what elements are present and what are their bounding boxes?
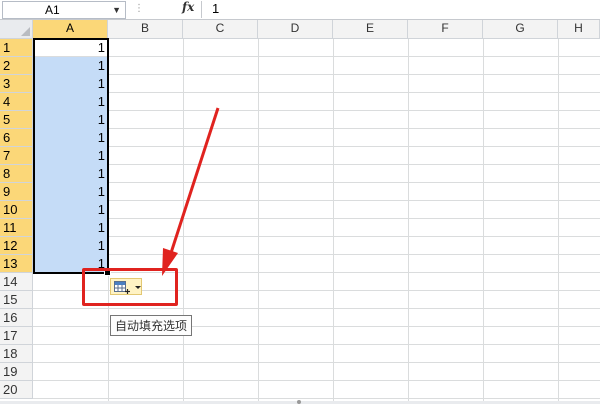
resize-handle-icon[interactable] xyxy=(297,400,301,404)
annotation-arrow-icon xyxy=(162,107,220,276)
